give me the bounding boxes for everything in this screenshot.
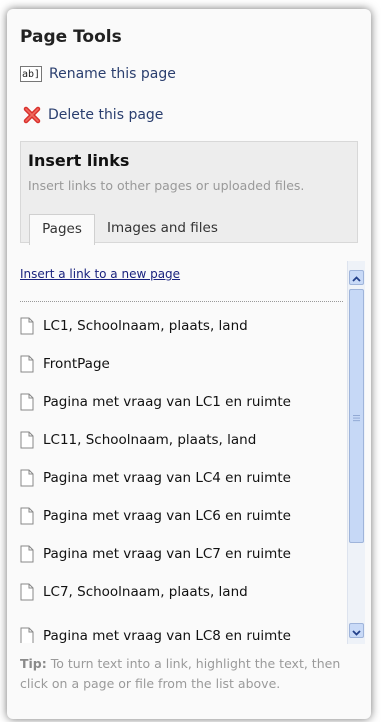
rename-page-button[interactable]: ab] Rename this page <box>20 66 176 82</box>
list-item[interactable]: LC1, Schoolnaam, plaats, land <box>20 311 248 341</box>
page-icon <box>20 469 34 487</box>
list-item[interactable]: Pagina met vraag van LC7 en ruimte <box>20 539 291 569</box>
insert-links-subtitle: Insert links to other pages or uploaded … <box>28 178 305 193</box>
page-tools-title: Page Tools <box>20 27 122 47</box>
list-item[interactable]: LC7, Schoolnaam, plaats, land <box>20 577 248 607</box>
list-item-label: LC11, Schoolnaam, plaats, land <box>43 432 257 448</box>
list-item-label: Pagina met vraag van LC8 en ruimte <box>43 628 291 643</box>
list-item[interactable]: FrontPage <box>20 349 110 379</box>
list-item-label: Pagina met vraag van LC1 en ruimte <box>43 394 291 410</box>
list-item-label: FrontPage <box>43 356 110 372</box>
delete-page-label: Delete this page <box>48 107 164 123</box>
scroll-up-button[interactable] <box>349 270 364 285</box>
list-item-label: Pagina met vraag van LC4 en ruimte <box>43 470 291 486</box>
pages-list: LC1, Schoolnaam, plaats, land FrontPage … <box>20 311 345 643</box>
page-icon <box>20 627 34 643</box>
tab-images-and-files[interactable]: Images and files <box>107 214 218 244</box>
list-item[interactable]: Pagina met vraag van LC1 en ruimte <box>20 387 291 417</box>
chevron-down-icon <box>352 630 361 636</box>
scroll-down-button[interactable] <box>349 623 364 638</box>
page-icon <box>20 431 34 449</box>
list-divider <box>20 301 343 302</box>
page-icon <box>20 583 34 601</box>
pages-list-scrollbar[interactable] <box>347 261 365 644</box>
insert-links-title: Insert links <box>28 151 130 170</box>
list-item[interactable]: Pagina met vraag van LC4 en ruimte <box>20 463 291 493</box>
page-tools-panel: Page Tools ab] Rename this page Delete t… <box>7 9 371 719</box>
page-icon <box>20 507 34 525</box>
tip-body: To turn text into a link, highlight the … <box>20 656 341 691</box>
list-item-label: LC1, Schoolnaam, plaats, land <box>43 318 248 334</box>
delete-page-button[interactable]: Delete this page <box>20 106 163 124</box>
list-item-label: Pagina met vraag van LC7 en ruimte <box>43 546 291 562</box>
list-item-label: LC7, Schoolnaam, plaats, land <box>43 584 248 600</box>
insert-links-header: Insert links Insert links to other pages… <box>20 141 358 245</box>
list-item-label: Pagina met vraag van LC6 en ruimte <box>43 508 291 524</box>
rename-page-label: Rename this page <box>49 66 176 82</box>
page-icon <box>20 355 34 373</box>
scroll-thumb[interactable] <box>349 289 364 543</box>
insert-links-tabs: Pages Images and files <box>21 214 357 245</box>
grip-icon <box>353 414 360 422</box>
page-icon <box>20 393 34 411</box>
tab-pages[interactable]: Pages <box>29 214 95 245</box>
insert-new-page-link[interactable]: Insert a link to a new page <box>20 267 180 281</box>
rename-icon: ab] <box>20 66 42 82</box>
list-item[interactable]: LC11, Schoolnaam, plaats, land <box>20 425 256 455</box>
page-icon <box>20 545 34 563</box>
list-item[interactable]: Pagina met vraag van LC6 en ruimte <box>20 501 291 531</box>
delete-x-icon <box>23 106 41 124</box>
page-icon <box>20 317 34 335</box>
tip-text: Tip: To turn text into a link, highlight… <box>20 654 365 694</box>
chevron-up-icon <box>352 276 361 282</box>
list-item[interactable]: Pagina met vraag van LC8 en ruimte <box>20 621 291 643</box>
tip-label: Tip: <box>20 656 47 671</box>
